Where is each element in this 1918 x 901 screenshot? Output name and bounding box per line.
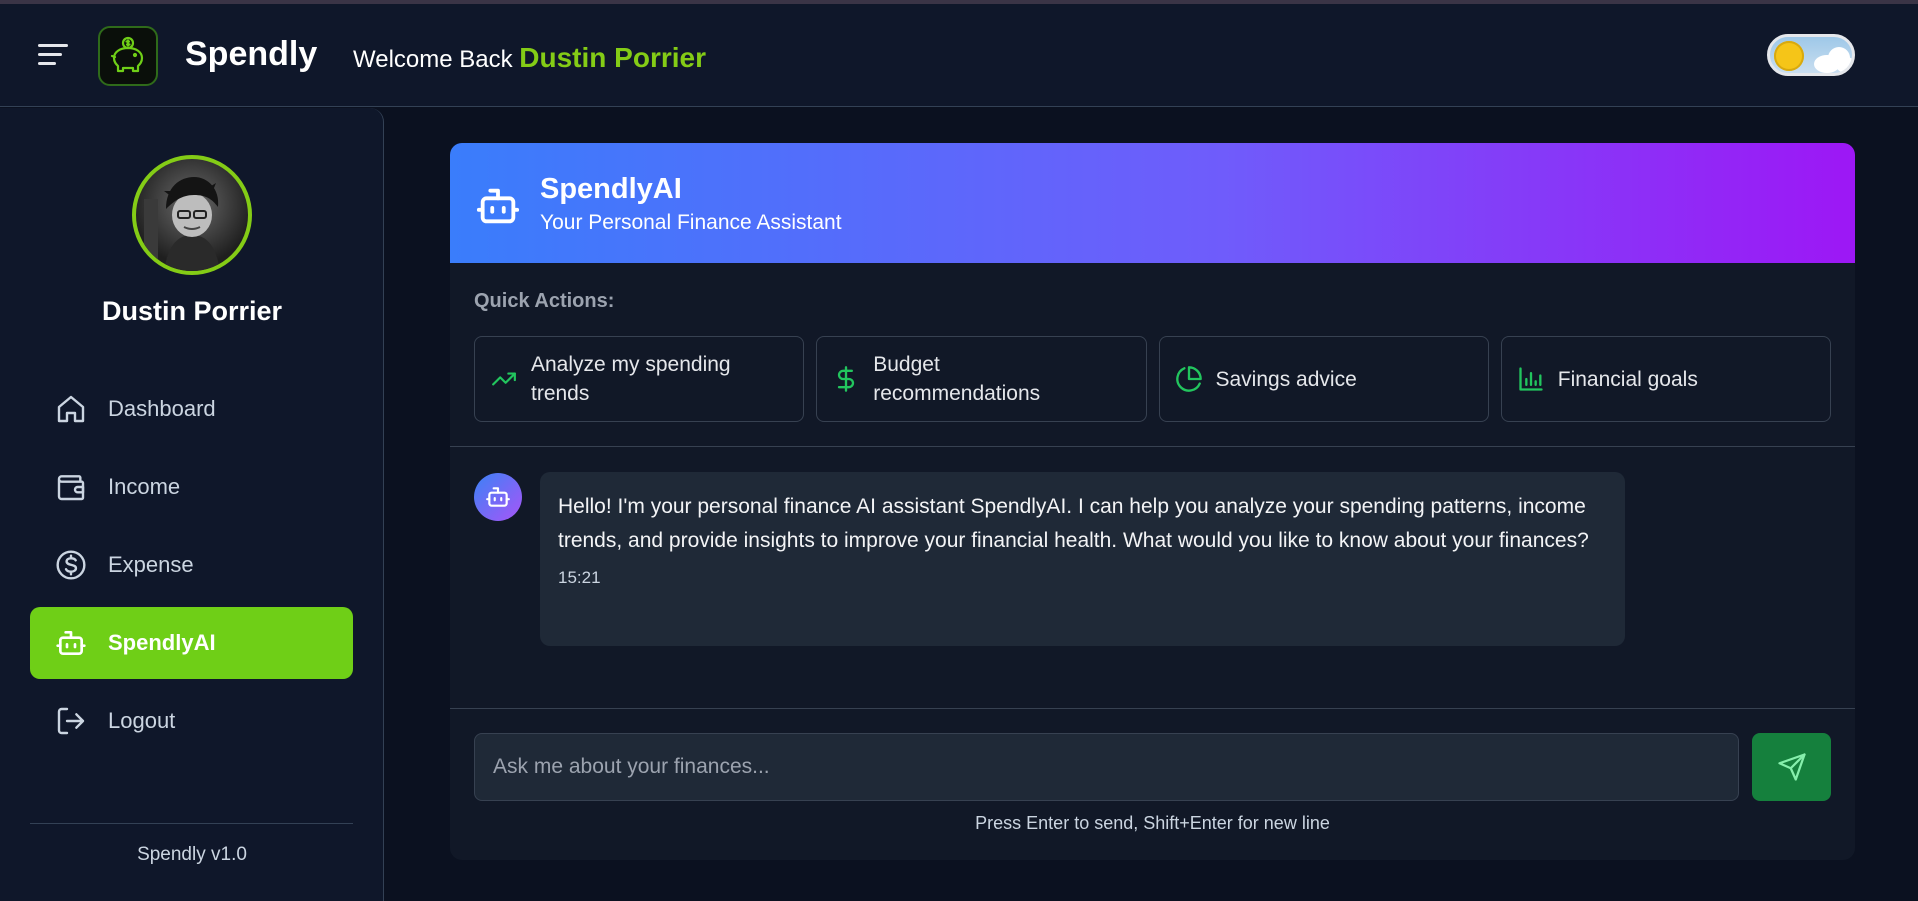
trending-up-icon <box>489 366 519 392</box>
bot-icon <box>475 183 521 229</box>
assistant-avatar <box>474 473 522 521</box>
sidebar-item-expense[interactable]: Expense <box>30 529 353 601</box>
pie-chart-icon <box>1174 365 1204 393</box>
sidebar-item-label: SpendlyAI <box>108 630 216 655</box>
cloud-icon <box>1836 57 1852 73</box>
sidebar-user-name: Dustin Porrier <box>101 296 283 326</box>
chat-header: SpendlyAI Your Personal Finance Assistan… <box>450 143 1855 263</box>
chat-input[interactable] <box>474 733 1739 801</box>
logout-icon <box>54 704 88 738</box>
sidebar-item-label: Logout <box>108 708 176 733</box>
bar-chart-icon <box>1516 365 1546 393</box>
sidebar-item-logout[interactable]: Logout <box>30 685 353 757</box>
sun-icon <box>1774 41 1804 71</box>
user-avatar[interactable] <box>132 155 252 275</box>
brand-name: Spendly <box>185 35 318 73</box>
quick-actions-label: Quick Actions: <box>474 290 615 312</box>
dollar-icon <box>831 364 861 394</box>
quick-action-label: Analyze my spending trends <box>531 353 731 405</box>
quick-actions: Analyze my spending trends Budget recomm… <box>474 336 1831 422</box>
welcome-message: Welcome Back Dustin Porrier <box>353 42 706 74</box>
dollar-circle-icon <box>54 548 88 582</box>
input-divider <box>450 708 1855 709</box>
welcome-prefix: Welcome Back <box>353 46 513 73</box>
top-header: Spendly Welcome Back Dustin Porrier <box>0 4 1918 107</box>
message-text: Hello! I'm your personal finance AI assi… <box>558 495 1589 552</box>
welcome-user-name: Dustin Porrier <box>519 42 706 73</box>
bot-icon <box>486 487 510 507</box>
message-timestamp: 15:21 <box>558 568 601 587</box>
home-icon <box>54 392 88 426</box>
chat-panel: SpendlyAI Your Personal Finance Assistan… <box>450 143 1855 860</box>
send-button[interactable] <box>1752 733 1831 801</box>
bot-icon <box>54 626 88 660</box>
hamburger-menu-icon[interactable] <box>38 44 68 68</box>
sidebar-divider <box>30 823 353 824</box>
quick-action-label: Budget recommendations <box>873 353 1041 405</box>
sidebar-item-income[interactable]: Income <box>30 451 353 523</box>
input-hint: Press Enter to send, Shift+Enter for new… <box>975 813 1330 833</box>
theme-toggle-switch[interactable] <box>1767 34 1855 76</box>
wallet-icon <box>54 470 88 504</box>
send-icon <box>1777 753 1806 781</box>
piggy-bank-logo-icon[interactable] <box>98 26 158 86</box>
chat-title: SpendlyAI <box>540 173 682 205</box>
chat-subtitle: Your Personal Finance Assistant <box>540 211 842 234</box>
quick-action-savings-button[interactable]: Savings advice <box>1158 336 1489 422</box>
quick-action-analyze-spending-button[interactable]: Analyze my spending trends <box>474 336 805 422</box>
sidebar: Dustin Porrier Dashboard Income Expense … <box>0 108 384 901</box>
sidebar-item-spendlyai[interactable]: SpendlyAI <box>30 607 353 679</box>
quick-action-label: Financial goals <box>1557 367 1698 391</box>
quick-action-label: Savings advice <box>1215 367 1357 391</box>
sidebar-item-label: Expense <box>108 552 194 577</box>
quick-actions-divider <box>450 446 1855 447</box>
quick-action-budget-button[interactable]: Budget recommendations <box>816 336 1147 422</box>
assistant-message: Hello! I'm your personal finance AI assi… <box>540 472 1625 646</box>
sidebar-item-dashboard[interactable]: Dashboard <box>30 373 353 445</box>
sidebar-item-label: Dashboard <box>108 396 216 421</box>
app-version: Spendly v1.0 <box>137 844 247 865</box>
quick-action-goals-button[interactable]: Financial goals <box>1500 336 1831 422</box>
sidebar-nav: Dashboard Income Expense SpendlyAI Logou… <box>30 373 353 763</box>
sidebar-item-label: Income <box>108 474 181 499</box>
